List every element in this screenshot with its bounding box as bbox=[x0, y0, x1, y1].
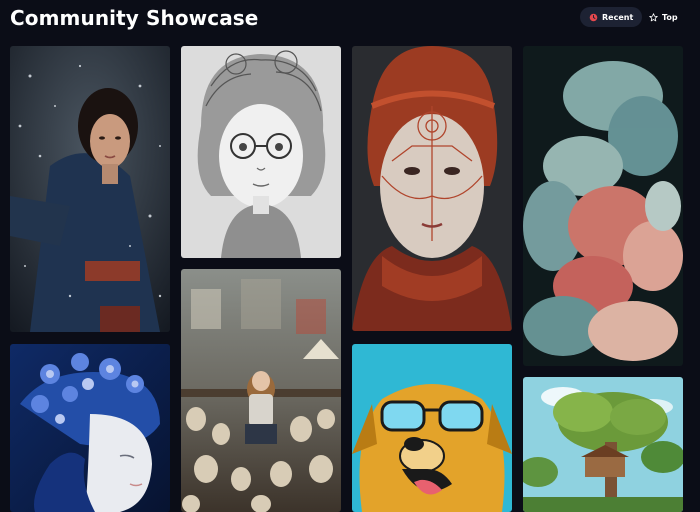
gallery-card-woman-face-paint[interactable] bbox=[352, 46, 512, 331]
sort-recent-label: Recent bbox=[602, 12, 634, 22]
gallery-card-treehouse[interactable] bbox=[523, 377, 683, 512]
page-title: Community Showcase bbox=[10, 6, 259, 30]
sort-top-button[interactable]: Top bbox=[640, 7, 687, 27]
treehouse-illustration-image bbox=[523, 377, 683, 512]
header: Community Showcase Recent Top bbox=[0, 0, 700, 36]
star-icon bbox=[649, 12, 658, 22]
gallery-card-miniature-workshop[interactable] bbox=[181, 269, 341, 512]
sort-top-label: Top bbox=[662, 12, 678, 22]
gallery-card-paper-flower-head[interactable] bbox=[10, 344, 170, 512]
gallery-card-colorful-smoke[interactable] bbox=[523, 46, 683, 366]
sort-recent-button[interactable]: Recent bbox=[580, 7, 643, 27]
gallery-card-warrior-woman[interactable] bbox=[10, 46, 170, 332]
warrior-woman-snow-image bbox=[10, 46, 170, 332]
miniature-workshop-image bbox=[181, 269, 341, 512]
woman-red-face-paint-image bbox=[352, 46, 512, 331]
gallery-card-sketch-girl[interactable] bbox=[181, 46, 341, 258]
paper-flower-head-image bbox=[10, 344, 170, 512]
dog-sunglasses-illustration-image bbox=[352, 344, 512, 512]
gallery-card-dog-sunglasses[interactable] bbox=[352, 344, 512, 512]
sketch-girl-glasses-image bbox=[181, 46, 341, 258]
clock-icon bbox=[589, 13, 598, 22]
colorful-smoke-image bbox=[523, 46, 683, 366]
